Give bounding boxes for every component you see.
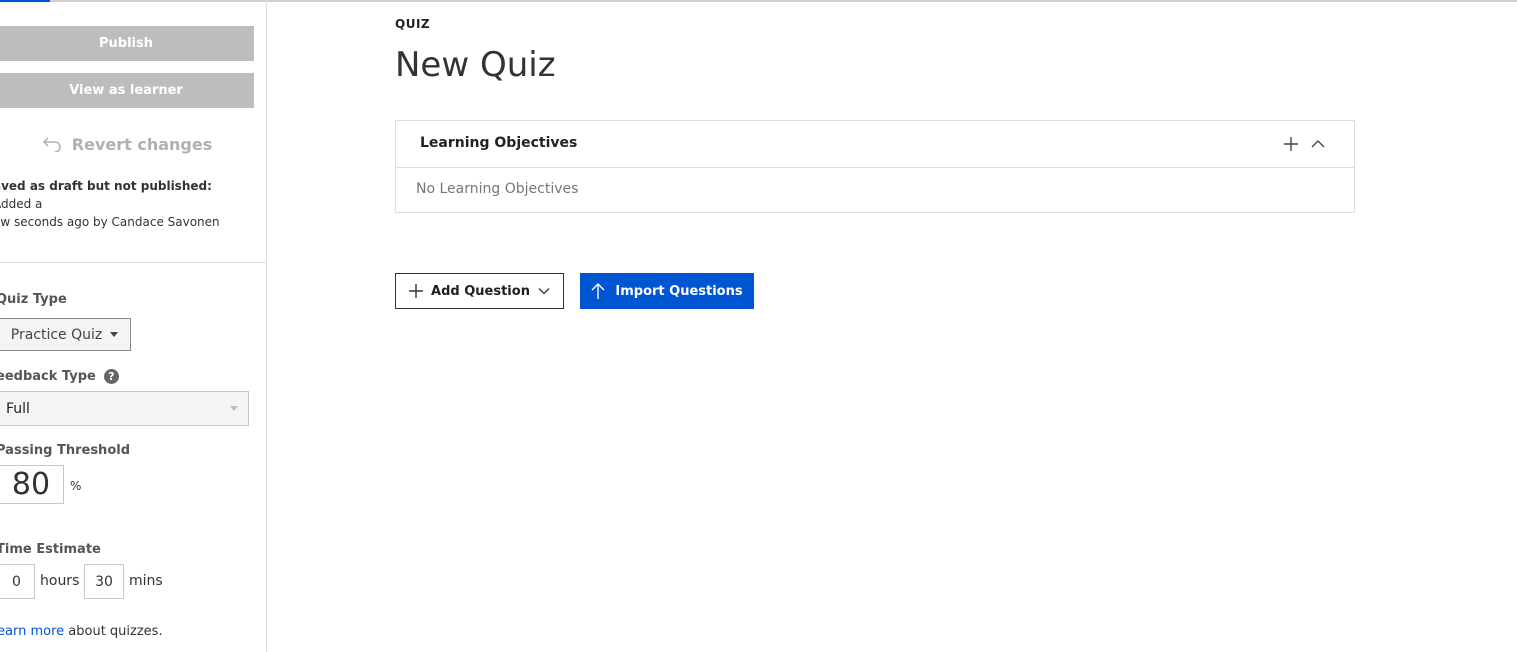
- passing-threshold-label: Passing Threshold: [0, 443, 130, 458]
- sidebar-divider: [0, 262, 266, 263]
- mins-input[interactable]: [84, 564, 124, 599]
- mins-unit: mins: [129, 573, 163, 589]
- draft-status-text: Added a: [0, 197, 43, 211]
- page-title: New Quiz: [395, 45, 556, 85]
- sidebar: Publish View as learner Revert changes a…: [0, 0, 267, 652]
- feedback-type-select[interactable]: Full: [0, 391, 249, 426]
- publish-button[interactable]: Publish: [0, 26, 254, 61]
- draft-status-bold: aved as draft but not published:: [0, 179, 212, 193]
- draft-status-text-2: ew seconds ago by Candace Savonen: [0, 215, 220, 229]
- revert-changes-label: Revert changes: [71, 134, 213, 154]
- learn-more-text: earn more about quizzes.: [0, 624, 163, 639]
- page-eyebrow: QUIZ: [395, 17, 431, 31]
- quiz-type-label: Quiz Type: [0, 292, 67, 307]
- add-question-label: Add Question: [431, 283, 530, 299]
- draft-status: aved as draft but not published: Added a…: [0, 177, 245, 231]
- quiz-type-dropdown[interactable]: Practice Quiz: [0, 318, 131, 351]
- learning-objectives-title: Learning Objectives: [420, 135, 578, 151]
- arrow-up-icon: [591, 283, 605, 299]
- chevron-down-icon: [538, 288, 550, 295]
- learning-objectives-header: Learning Objectives: [396, 121, 1354, 168]
- learn-more-suffix: about quizzes.: [68, 624, 163, 639]
- plus-icon: [409, 284, 424, 298]
- time-estimate-label: Time Estimate: [0, 542, 101, 557]
- view-as-learner-button[interactable]: View as learner: [0, 73, 254, 108]
- feedback-type-label: eedback Type ?: [0, 369, 119, 384]
- revert-changes-button[interactable]: Revert changes: [0, 131, 254, 157]
- percent-unit: %: [70, 479, 82, 493]
- import-questions-label: Import Questions: [615, 283, 743, 299]
- hours-input[interactable]: [0, 564, 35, 599]
- chevron-up-icon[interactable]: [1310, 137, 1326, 151]
- quiz-type-label-text: Quiz Type: [0, 292, 67, 307]
- feedback-type-selected: Full: [6, 400, 30, 417]
- quiz-type-selected: Practice Quiz: [10, 326, 103, 343]
- learn-more-link[interactable]: earn more: [0, 624, 64, 639]
- import-questions-button[interactable]: Import Questions: [580, 273, 754, 309]
- time-estimate-label-text: Time Estimate: [0, 542, 101, 557]
- feedback-type-label-text: eedback Type: [0, 369, 96, 384]
- hours-unit: hours: [40, 573, 80, 589]
- caret-down-icon: [230, 406, 238, 411]
- passing-threshold-input[interactable]: [0, 465, 64, 504]
- passing-threshold-label-text: Passing Threshold: [0, 443, 131, 458]
- add-question-button[interactable]: Add Question: [395, 273, 564, 309]
- help-icon[interactable]: ?: [103, 369, 119, 384]
- learning-objectives-panel: Learning Objectives No Learning Objectiv…: [395, 120, 1355, 213]
- caret-down-icon: [110, 332, 119, 337]
- learning-objectives-empty: No Learning Objectives: [416, 181, 579, 197]
- undo-icon: [42, 137, 61, 152]
- plus-icon[interactable]: [1282, 135, 1300, 153]
